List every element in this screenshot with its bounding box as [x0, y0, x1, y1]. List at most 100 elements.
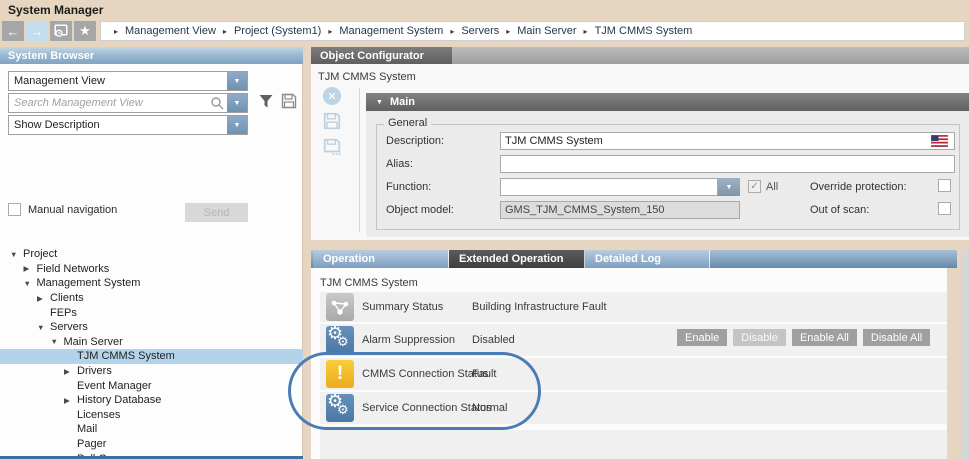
system-browser-panel: Management View ▼ ▼ Show Description ▼ M… [0, 64, 303, 456]
breadcrumb-arrow-icon: ▸ [114, 27, 118, 36]
tree-item-label: Field Networks [37, 263, 110, 275]
function-dropdown-button[interactable]: ▼ [718, 178, 740, 196]
tree-item-feps[interactable]: FEPs [0, 305, 303, 320]
chevron-collapsed-icon[interactable]: ▶ [37, 294, 50, 303]
tree-item-licenses[interactable]: Licenses [0, 408, 303, 423]
forward-button[interactable]: → [26, 21, 48, 41]
breadcrumb-arrow-icon: ▸ [328, 27, 332, 36]
description-field[interactable] [500, 132, 955, 150]
disable-all-button[interactable]: Disable All [863, 329, 930, 346]
configured-object-name: TJM CMMS System [318, 71, 416, 83]
manual-navigation-checkbox[interactable] [8, 203, 21, 216]
enable-all-button[interactable]: Enable All [792, 329, 857, 346]
tree-item-label: Management System [37, 277, 141, 289]
chevron-collapsed-icon[interactable]: ▶ [24, 264, 37, 273]
status-row-value: Fault [472, 368, 496, 380]
cancel-button[interactable]: ✕ [323, 87, 341, 105]
tree-item-drivers[interactable]: ▶Drivers [0, 364, 303, 379]
override-protection-checkbox[interactable] [938, 179, 951, 192]
save-filter-icon[interactable] [281, 93, 297, 109]
enable-button[interactable]: Enable [677, 329, 727, 346]
breadcrumb-item-management-system[interactable]: Management System [339, 25, 443, 37]
main-section-header[interactable]: ▼ Main [366, 93, 969, 111]
breadcrumb-arrow-icon: ▸ [450, 27, 454, 36]
tab-detailed-log[interactable]: Detailed Log [585, 250, 710, 268]
out-of-scan-checkbox[interactable] [938, 202, 951, 215]
breadcrumb-item-management-view[interactable]: Management View [125, 25, 216, 37]
chevron-collapsed-icon[interactable]: ▶ [64, 396, 77, 405]
alarm-suppression-buttons: Enable Disable Enable All Disable All [677, 329, 930, 346]
history-icon [54, 24, 68, 38]
tab-extended-operation[interactable]: Extended Operation [449, 250, 585, 268]
alias-field[interactable] [500, 155, 955, 173]
filter-icon[interactable] [258, 94, 274, 109]
tree-item-history-database[interactable]: ▶History Database [0, 393, 303, 408]
function-label: Function: [386, 181, 431, 193]
favorites-button[interactable]: ★ [74, 21, 96, 41]
disable-button[interactable]: Disable [733, 329, 786, 346]
search-icon [210, 96, 224, 110]
system-browser-header: System Browser [0, 47, 303, 64]
chevron-down-icon[interactable]: ▼ [227, 116, 247, 134]
chevron-expanded-icon[interactable]: ▼ [24, 279, 37, 288]
status-row-label: CMMS Connection Status [362, 368, 472, 380]
tab-operation[interactable]: Operation [313, 250, 449, 268]
tree-item-field-networks[interactable]: ▶Field Networks [0, 262, 303, 277]
system-manager-window: System Manager ← → ★ ▸Management View▸Pr… [0, 0, 969, 459]
tree-item-label: Main Server [64, 336, 123, 348]
save-as-button[interactable] [323, 138, 341, 156]
object-model-label: Object model: [386, 204, 454, 216]
tree-item-servers[interactable]: ▼Servers [0, 320, 303, 335]
display-mode-selector[interactable]: Show Description ▼ [8, 115, 248, 135]
chevron-expanded-icon[interactable]: ▼ [10, 250, 23, 259]
view-selector[interactable]: Management View ▼ [8, 71, 248, 91]
tree-item-pager[interactable]: Pager [0, 437, 303, 452]
language-flag-icon[interactable] [931, 135, 948, 147]
tree-item-project[interactable]: ▼Project [0, 247, 303, 262]
tree-item-label: History Database [77, 394, 161, 406]
tree-item-management-system[interactable]: ▼Management System [0, 276, 303, 291]
manual-navigation-row: Manual navigation [8, 203, 117, 216]
save-button[interactable] [323, 112, 341, 130]
navigation-tree: ▼Project▶Field Networks▼Management Syste… [0, 247, 303, 459]
vertical-divider [359, 88, 360, 232]
chevron-expanded-icon[interactable]: ▼ [37, 323, 50, 332]
tree-item-tjm-cmms-system[interactable]: TJM CMMS System [0, 349, 303, 364]
chevron-expanded-icon[interactable]: ▼ [51, 337, 64, 346]
history-button[interactable] [50, 21, 72, 41]
tree-item-main-server[interactable]: ▼Main Server [0, 335, 303, 350]
tab-label: Extended Operation [459, 253, 564, 265]
function-field[interactable] [500, 178, 718, 196]
search-input[interactable] [9, 94, 210, 112]
tree-item-label: Pager [77, 438, 106, 450]
breadcrumb-item-servers[interactable]: Servers [461, 25, 499, 37]
chevron-collapsed-icon[interactable]: ▶ [64, 367, 77, 376]
chevron-down-icon[interactable]: ▼ [227, 72, 247, 90]
back-icon: ← [7, 24, 20, 39]
close-icon: ✕ [327, 90, 336, 103]
send-button[interactable]: Send [185, 203, 248, 222]
tree-item-label: FEPs [50, 307, 77, 319]
tree-item-clients[interactable]: ▶Clients [0, 291, 303, 306]
out-of-scan-label: Out of scan: [810, 204, 869, 216]
tab-object-configurator[interactable]: Object Configurator [311, 47, 452, 64]
search-chevron-down-icon[interactable]: ▼ [227, 94, 247, 112]
display-mode-value: Show Description [14, 119, 227, 131]
empty-row [320, 430, 947, 459]
status-row-value: Building Infrastructure Fault [472, 301, 607, 313]
tree-item-mail[interactable]: Mail [0, 422, 303, 437]
operation-object-name: TJM CMMS System [320, 277, 418, 289]
all-checkbox[interactable]: ✓ [748, 180, 761, 193]
breadcrumb-item-project-system1[interactable]: Project (System1) [234, 25, 321, 37]
status-row-label: Summary Status [362, 301, 472, 313]
breadcrumb-arrow-icon: ▸ [223, 27, 227, 36]
status-row-value: Normal [472, 402, 507, 414]
warning-icon: ! [326, 360, 354, 388]
back-button[interactable]: ← [2, 21, 24, 41]
tree-item-label: TJM CMMS System [77, 350, 175, 362]
status-row-label: Alarm Suppression [362, 334, 472, 346]
vertical-scrollbar[interactable] [961, 250, 969, 459]
breadcrumb-item-tjm-cmms-system[interactable]: TJM CMMS System [595, 25, 693, 37]
breadcrumb-item-main-server[interactable]: Main Server [517, 25, 576, 37]
tree-item-event-manager[interactable]: Event Manager [0, 378, 303, 393]
